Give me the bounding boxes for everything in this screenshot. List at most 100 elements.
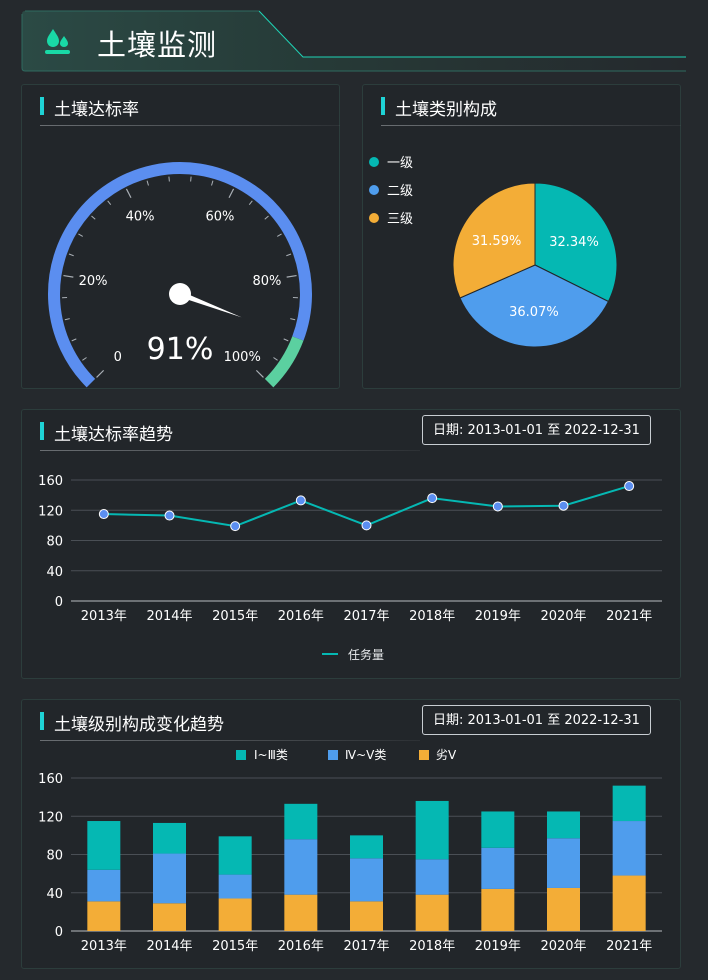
legend-swatch bbox=[369, 213, 379, 223]
y-tick-label: 160 bbox=[38, 772, 63, 787]
bar-segment[interactable] bbox=[284, 894, 318, 931]
data-point[interactable] bbox=[624, 481, 635, 492]
bar-segment[interactable] bbox=[612, 875, 646, 931]
line-legend[interactable]: 任务量 bbox=[322, 647, 384, 662]
gauge-tick bbox=[125, 188, 132, 199]
gauge-tick bbox=[277, 233, 282, 237]
pie-panel: 土壤类别构成 一级 二级 三级 32.34% 36.07% 31.59% bbox=[362, 84, 681, 389]
pie-slice-label: 36.07% bbox=[509, 305, 559, 320]
gauge-tick bbox=[290, 318, 296, 321]
x-tick-label: 2013年 bbox=[81, 939, 127, 954]
gauge-tick bbox=[211, 180, 214, 186]
data-point[interactable] bbox=[98, 509, 109, 520]
x-tick-label: 2016年 bbox=[278, 939, 324, 954]
data-point[interactable] bbox=[164, 510, 175, 521]
legend-swatch bbox=[369, 185, 379, 195]
x-tick-label: 2016年 bbox=[278, 609, 324, 624]
y-tick-label: 40 bbox=[46, 887, 63, 902]
x-tick-label: 2020年 bbox=[540, 939, 586, 954]
stacked-bar-chart: Ⅰ~Ⅲ类 Ⅳ~Ⅴ类 劣Ⅴ 0 40 80 120 160 2013年 2014年… bbox=[38, 748, 662, 954]
bar-segment[interactable] bbox=[218, 874, 252, 899]
pie-legend: 一级 二级 三级 bbox=[369, 156, 413, 227]
bar-segment[interactable] bbox=[415, 800, 449, 860]
bar-segment[interactable] bbox=[481, 811, 515, 848]
gauge-tick bbox=[68, 253, 74, 257]
x-tick-label: 2019年 bbox=[475, 939, 521, 954]
gauge-pivot bbox=[169, 283, 191, 305]
gauge-tick-label: 40% bbox=[126, 210, 155, 225]
bar-segment[interactable] bbox=[284, 839, 318, 895]
bar-segment[interactable] bbox=[284, 803, 318, 840]
data-point[interactable] bbox=[295, 495, 306, 506]
gauge-tick bbox=[283, 338, 289, 342]
bar-segment[interactable] bbox=[415, 894, 449, 931]
data-point[interactable] bbox=[558, 500, 569, 511]
trend-panel: 土壤达标率趋势 日期: 2013-01-01 至 2022-12-31 0 40… bbox=[21, 409, 681, 679]
bar-segment[interactable] bbox=[153, 853, 186, 904]
bar-segment[interactable] bbox=[481, 847, 515, 889]
gauge-tick bbox=[82, 357, 87, 361]
y-tick-label: 120 bbox=[38, 504, 63, 519]
legend-label: 劣Ⅴ bbox=[436, 748, 457, 762]
gauge-value-label: 91% bbox=[147, 332, 214, 367]
y-tick-label: 0 bbox=[55, 925, 63, 940]
data-point[interactable] bbox=[230, 521, 241, 532]
bar-segment[interactable] bbox=[87, 869, 121, 902]
x-tick-label: 2020年 bbox=[540, 609, 586, 624]
legend-label: Ⅰ~Ⅲ类 bbox=[254, 748, 288, 762]
y-tick-label: 80 bbox=[46, 535, 63, 550]
gauge-tick bbox=[286, 274, 297, 278]
data-point[interactable] bbox=[361, 520, 372, 531]
y-tick-label: 40 bbox=[46, 565, 63, 580]
gauge-tick bbox=[255, 369, 264, 378]
series-line bbox=[103, 485, 630, 528]
bar-segment[interactable] bbox=[350, 901, 383, 931]
data-point[interactable] bbox=[492, 501, 503, 512]
x-tick-label: 2014年 bbox=[146, 939, 192, 954]
water-drop-icon bbox=[45, 29, 70, 54]
bar-segment[interactable] bbox=[547, 887, 580, 931]
gauge-tick-label: 80% bbox=[252, 274, 281, 289]
bar-segment[interactable] bbox=[612, 821, 646, 876]
bar-segment[interactable] bbox=[218, 836, 252, 875]
gauge-arc-remaining bbox=[264, 336, 304, 388]
x-tick-label: 2021年 bbox=[606, 609, 652, 624]
bar-segment[interactable] bbox=[547, 838, 580, 888]
y-tick-label: 80 bbox=[46, 849, 63, 864]
line-chart: 0 40 80 120 160 2013年 2014年 2015年 2016年 … bbox=[38, 474, 662, 662]
gauge-tick-label: 100% bbox=[224, 350, 261, 365]
data-point[interactable] bbox=[427, 493, 438, 504]
bar-segment[interactable] bbox=[415, 859, 449, 895]
gauge-tick bbox=[248, 200, 253, 206]
bar-legend[interactable]: Ⅰ~Ⅲ类 Ⅳ~Ⅴ类 劣Ⅴ bbox=[236, 748, 457, 762]
x-tick-label: 2017年 bbox=[343, 939, 389, 954]
bar-segment[interactable] bbox=[87, 901, 121, 931]
gauge-tick bbox=[78, 233, 83, 237]
pie-chart: 一级 二级 三级 32.34% 36.07% 31.59% bbox=[369, 156, 618, 348]
legend-swatch bbox=[369, 157, 379, 167]
bar-segment[interactable] bbox=[481, 888, 515, 931]
gauge-tick bbox=[91, 215, 96, 220]
bar-segment[interactable] bbox=[350, 835, 383, 859]
x-tick-label: 2019年 bbox=[475, 609, 521, 624]
bar-segment[interactable] bbox=[153, 822, 186, 854]
gauge-tick bbox=[286, 253, 292, 257]
gauge-tick bbox=[71, 338, 77, 342]
gauge-chart: 0 20% 40% 60% 80% 100% 91% bbox=[48, 162, 312, 388]
bar-segment[interactable] bbox=[87, 821, 121, 870]
x-tick-label: 2013年 bbox=[81, 609, 127, 624]
gauge-tick bbox=[64, 318, 70, 321]
gauge-tick-label: 0 bbox=[114, 350, 122, 365]
bar-segment[interactable] bbox=[153, 903, 186, 931]
bar-segment[interactable] bbox=[218, 898, 252, 931]
gauge-tick bbox=[96, 369, 105, 378]
gauge-tick bbox=[146, 180, 149, 186]
stack-panel: 土壤级别构成变化趋势 日期: 2013-01-01 至 2022-12-31 Ⅰ… bbox=[21, 699, 681, 969]
bar-segment[interactable] bbox=[350, 858, 383, 902]
pie-slice-label: 32.34% bbox=[549, 235, 599, 250]
x-tick-label: 2018年 bbox=[409, 939, 455, 954]
y-tick-label: 120 bbox=[38, 810, 63, 825]
bar-segment[interactable] bbox=[612, 785, 646, 822]
bar-segment[interactable] bbox=[547, 811, 580, 839]
legend-swatch bbox=[419, 750, 429, 760]
